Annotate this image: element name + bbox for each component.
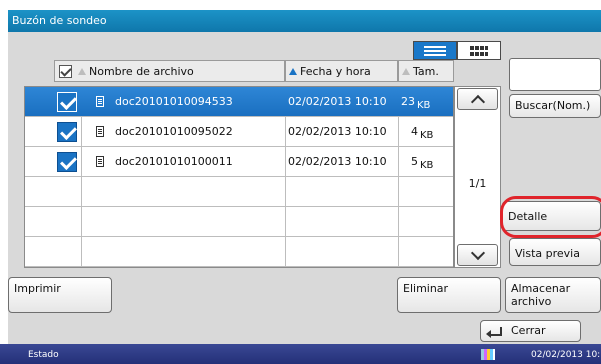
table-row[interactable]: doc20101010094533 02/02/2013 10:10 23 KB [25,87,453,117]
delete-button[interactable]: Eliminar [397,277,501,313]
store-file-button[interactable]: Almacenar archivo [505,277,601,313]
column-header-size[interactable]: Tam. [398,60,454,82]
thumbnail-view-icon [470,45,488,56]
document-icon [96,156,104,167]
file-datetime: 02/02/2013 10:10 [288,95,387,108]
window-title: Buzón de sondeo [8,10,601,32]
preview-button[interactable]: Vista previa [509,238,601,266]
store-file-label-line2: archivo [511,295,552,308]
page-indicator: 1/1 [468,177,487,190]
search-by-name-button[interactable]: Buscar(Nom.) [509,94,601,118]
column-header-datetime-label: Fecha y hora [300,64,371,78]
file-size: 4 [411,125,418,138]
list-view-button[interactable] [413,41,457,60]
chevron-up-icon [470,94,485,109]
store-file-label-line1: Almacenar [511,282,571,295]
status-bar: Estado 02/02/2013 10:10 [0,344,601,364]
row-checkbox[interactable] [57,122,77,142]
search-name-field[interactable] [509,58,601,91]
file-size: 23 [401,95,415,108]
row-checkbox[interactable] [57,92,77,112]
sort-active-triangle-icon [289,67,297,75]
file-size-unit: KB [420,130,434,141]
file-list: doc20101010094533 02/02/2013 10:10 23 KB … [24,86,454,268]
sort-triangle-icon [78,67,86,75]
file-size: 5 [411,155,418,168]
document-icon [96,96,104,107]
column-header-size-label: Tam. [413,64,439,78]
empty-row [25,237,453,267]
close-button-label: Cerrar [511,324,546,337]
empty-row [25,177,453,207]
view-toggle [413,41,501,60]
file-size-unit: KB [420,160,434,171]
column-header-name-label: Nombre de archivo [89,64,194,78]
file-name: doc20101010100011 [115,155,233,168]
enter-arrow-icon [486,327,502,338]
empty-row [25,207,453,237]
status-label[interactable]: Estado [28,350,59,360]
status-datetime: 02/02/2013 10:10 [531,350,601,360]
file-name: doc20101010095022 [115,125,233,138]
page-up-button[interactable] [457,88,498,110]
file-datetime: 02/02/2013 10:10 [288,125,387,138]
file-datetime: 02/02/2013 10:10 [288,155,387,168]
page-down-button[interactable] [457,244,498,266]
app-window: Buzón de sondeo Nombre de archivo Fecha [0,0,601,364]
print-button[interactable]: Imprimir [8,277,112,313]
thumbnail-view-button[interactable] [457,41,501,60]
memory-usage-icon [481,349,495,360]
highlight-ring [500,196,601,238]
file-size-unit: KB [417,100,431,111]
sort-triangle-icon [402,67,410,75]
list-view-icon [424,45,446,56]
table-row[interactable]: doc20101010100011 02/02/2013 10:10 5 KB [25,147,453,177]
column-header-name[interactable]: Nombre de archivo [54,60,285,82]
column-header-datetime[interactable]: Fecha y hora [285,60,398,82]
document-icon [96,126,104,137]
select-all-checkbox[interactable] [59,64,72,78]
row-checkbox[interactable] [57,152,77,172]
chevron-down-icon [470,245,485,260]
table-row[interactable]: doc20101010095022 02/02/2013 10:10 4 KB [25,117,453,147]
pager: 1/1 [454,86,501,268]
file-name: doc20101010094533 [115,95,233,108]
